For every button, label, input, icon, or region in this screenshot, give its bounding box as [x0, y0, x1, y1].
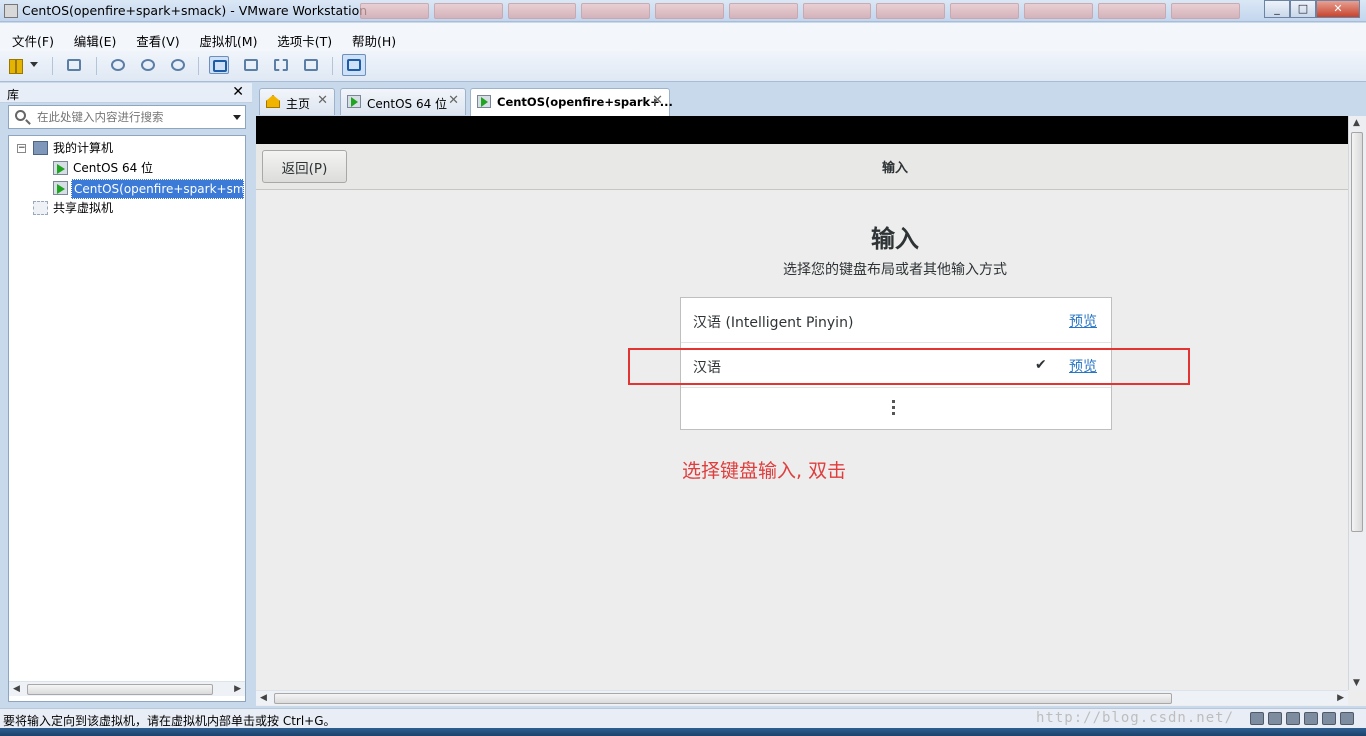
tree-node-my-computer[interactable]: − 我的计算机 — [17, 139, 237, 157]
search-icon — [15, 110, 26, 121]
display-icon[interactable] — [1340, 712, 1354, 725]
status-bar: 要将输入定向到该虚拟机，请在虚拟机内部单击或按 Ctrl+G。 http://b… — [0, 708, 1366, 728]
close-tab-icon[interactable]: ✕ — [448, 93, 459, 108]
preview-link[interactable]: 预览 — [1069, 311, 1097, 331]
shared-vms-icon — [33, 201, 48, 215]
status-text: 要将输入定向到该虚拟机，请在虚拟机内部单击或按 Ctrl+G。 — [3, 714, 336, 728]
revert-snapshot-icon[interactable] — [138, 56, 158, 74]
scroll-right-icon[interactable]: ▶ — [1337, 691, 1344, 706]
full-screen-icon[interactable] — [271, 56, 291, 74]
tree-node-shared-vms[interactable]: 共享虚拟机 — [17, 199, 237, 217]
close-tab-icon[interactable]: ✕ — [317, 93, 328, 108]
console-vertical-scrollbar[interactable]: ▲ ▼ — [1348, 116, 1366, 690]
background-taskbar-thumbnails — [360, 3, 1240, 20]
page-title: 输入 — [871, 225, 919, 253]
library-title: 库 — [7, 88, 20, 102]
send-ctrl-alt-del-icon[interactable] — [64, 56, 84, 74]
scroll-left-icon[interactable]: ◀ — [13, 682, 20, 697]
tab-bar: 主页 ✕ CentOS 64 位 ✕ CentOS(openfire+spark… — [256, 88, 1366, 116]
vm-icon — [53, 181, 68, 195]
library-search-input[interactable] — [37, 109, 227, 125]
tab-home[interactable]: 主页 ✕ — [259, 88, 335, 115]
scroll-left-icon[interactable]: ◀ — [260, 691, 267, 706]
more-vertical-icon[interactable] — [892, 400, 896, 418]
thumbnail-bar-icon[interactable] — [241, 56, 261, 74]
close-window-button[interactable]: ✕ — [1316, 0, 1360, 18]
menu-file[interactable]: 文件(F) — [12, 31, 54, 50]
list-item-intelligent-pinyin[interactable]: 汉语 (Intelligent Pinyin) 预览 — [681, 298, 1111, 343]
vm-console[interactable]: 返回(P) 输入 输入 选择您的键盘布局或者其他输入方式 汉语 (Intelli… — [256, 116, 1366, 706]
scroll-up-icon[interactable]: ▲ — [1353, 118, 1360, 128]
annotation-text: 选择键盘输入, 双击 — [682, 460, 847, 482]
windows-taskbar — [0, 728, 1366, 736]
tree-node-vm-centos-openfire[interactable]: CentOS(openfire+spark+smack) — [17, 179, 247, 199]
maximize-button[interactable]: □ — [1290, 0, 1316, 18]
computer-icon — [33, 141, 48, 155]
guest-header-bar: 返回(P) 输入 — [256, 144, 1348, 190]
library-horizontal-scrollbar[interactable]: ◀ ▶ — [9, 681, 245, 696]
menu-view[interactable]: 查看(V) — [136, 31, 179, 50]
console-horizontal-scrollbar[interactable]: ◀ ▶ — [256, 690, 1348, 705]
collapse-icon[interactable]: − — [17, 144, 26, 153]
vm-icon — [53, 161, 68, 175]
device-icons — [1250, 712, 1354, 725]
chevron-down-icon[interactable] — [233, 115, 241, 120]
power-dropdown-icon[interactable] — [30, 62, 38, 67]
usb-icon[interactable] — [1304, 712, 1318, 725]
page-subtitle: 选择您的键盘布局或者其他输入方式 — [783, 262, 1007, 278]
watermark: http://blog.csdn.net/ — [1036, 710, 1235, 726]
library-header: 库 ✕ — [0, 83, 252, 103]
window-title: CentOS(openfire+spark+smack) - VMware Wo… — [22, 3, 368, 18]
close-library-icon[interactable]: ✕ — [232, 84, 244, 100]
header-title: 输入 — [881, 161, 908, 176]
tree-node-vm-centos64[interactable]: CentOS 64 位 — [17, 159, 237, 177]
tab-centos64[interactable]: CentOS 64 位 ✕ — [340, 88, 466, 115]
home-icon — [266, 95, 280, 108]
library-search[interactable] — [8, 105, 246, 129]
annotation-highlight-box — [628, 348, 1190, 385]
snapshot-manager-icon[interactable] — [168, 56, 188, 74]
menu-bar: 文件(F) 编辑(E) 查看(V) 虚拟机(M) 选项卡(T) 帮助(H) — [0, 23, 1366, 51]
vm-icon — [477, 95, 491, 108]
scroll-right-icon[interactable]: ▶ — [234, 682, 241, 697]
menu-tabs[interactable]: 选项卡(T) — [277, 31, 332, 50]
sound-icon[interactable] — [1322, 712, 1336, 725]
minimize-button[interactable]: _ — [1264, 0, 1290, 18]
show-library-icon[interactable] — [209, 56, 229, 74]
library-tree: − 我的计算机 CentOS 64 位 CentOS(openfire+spar… — [8, 135, 246, 702]
hard-disk-icon[interactable] — [1250, 712, 1264, 725]
tab-centos-openfire[interactable]: CentOS(openfire+spark+... ✕ — [470, 88, 673, 116]
take-snapshot-icon[interactable] — [108, 56, 128, 74]
vm-icon — [347, 95, 361, 108]
cd-drive-icon[interactable] — [1268, 712, 1282, 725]
title-bar: CentOS(openfire+spark+smack) - VMware Wo… — [0, 0, 1366, 22]
close-tab-icon[interactable]: ✕ — [652, 93, 663, 108]
network-adapter-icon[interactable] — [1286, 712, 1300, 725]
guest-top-bar — [256, 116, 1348, 144]
toolbar — [0, 51, 1366, 82]
unity-icon[interactable] — [301, 56, 321, 74]
suspend-icon[interactable] — [6, 56, 26, 74]
menu-edit[interactable]: 编辑(E) — [74, 31, 117, 50]
scroll-down-icon[interactable]: ▼ — [1353, 678, 1360, 688]
menu-help[interactable]: 帮助(H) — [352, 31, 396, 50]
vmware-app-icon — [4, 4, 18, 18]
console-view-icon[interactable] — [342, 54, 366, 76]
menu-vm[interactable]: 虚拟机(M) — [199, 31, 257, 50]
input-source-name: 汉语 (Intelligent Pinyin) — [693, 315, 854, 331]
